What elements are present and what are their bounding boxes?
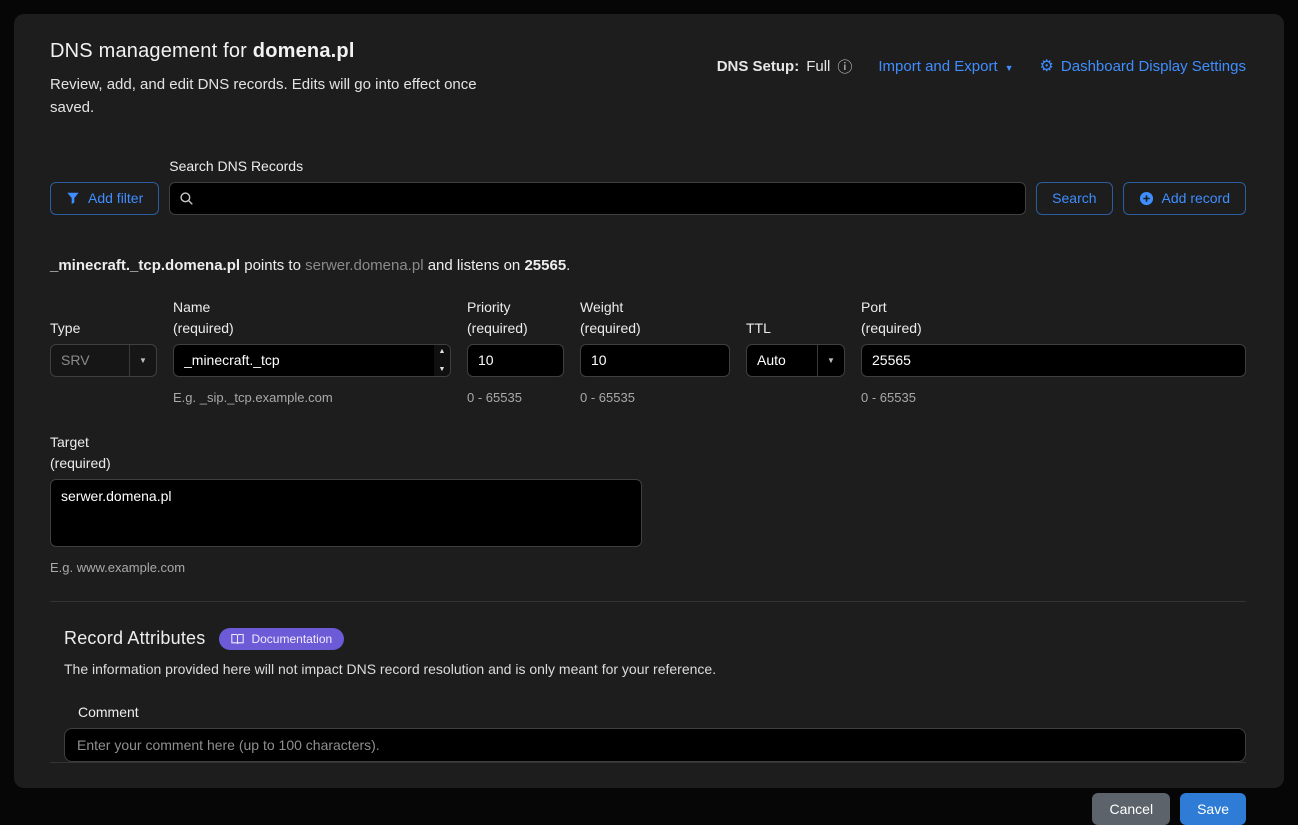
- priority-required: (required): [467, 320, 564, 336]
- target-textarea[interactable]: [50, 479, 642, 547]
- record-attributes-description: The information provided here will not i…: [64, 661, 1246, 677]
- weight-label: Weight: [580, 299, 730, 315]
- type-select-value: SRV: [51, 352, 129, 368]
- record-summary: _minecraft._tcp.domena.pl points to serw…: [50, 257, 1246, 274]
- documentation-badge[interactable]: Documentation: [219, 628, 344, 650]
- target-field: Target (required) E.g. www.example.com: [50, 429, 642, 575]
- plus-circle-icon: [1139, 191, 1154, 206]
- record-summary-points-to: points to: [244, 257, 301, 274]
- name-label-wrap: Name (required): [173, 294, 451, 336]
- search-button[interactable]: Search: [1036, 182, 1112, 215]
- name-input[interactable]: [173, 344, 451, 377]
- page-title-prefix: DNS management for: [50, 40, 247, 62]
- add-filter-label: Add filter: [88, 190, 143, 206]
- comment-label: Comment: [64, 704, 1246, 720]
- ttl-select-value: Auto: [747, 352, 817, 368]
- port-required: (required): [861, 320, 1246, 336]
- type-select[interactable]: SRV ▼: [50, 344, 157, 377]
- priority-input[interactable]: [467, 344, 564, 377]
- name-field: Name (required) ▲ ▼ E.g. _sip._tcp.examp…: [173, 294, 451, 405]
- weight-label-wrap: Weight (required): [580, 294, 730, 336]
- ttl-label-wrap: TTL: [746, 294, 845, 336]
- chevron-down-icon: ▼: [817, 345, 844, 376]
- stepper-down-icon[interactable]: ▼: [439, 366, 446, 373]
- record-summary-target: serwer.domena.pl: [305, 257, 423, 274]
- name-input-wrap: ▲ ▼: [173, 344, 451, 377]
- page-title: DNS management for domena.pl: [50, 40, 510, 63]
- weight-input[interactable]: [580, 344, 730, 377]
- type-label-wrap: Type: [50, 294, 157, 336]
- port-input[interactable]: [861, 344, 1246, 377]
- target-label-wrap: Target (required): [50, 429, 642, 471]
- port-field: Port (required) 0 - 65535: [861, 294, 1246, 405]
- type-label: Type: [50, 320, 157, 336]
- documentation-badge-label: Documentation: [251, 632, 332, 646]
- priority-helper: 0 - 65535: [467, 390, 564, 405]
- search-input-wrap: [169, 182, 1026, 215]
- type-field: Type SRV ▼: [50, 294, 157, 405]
- page-subtitle: Review, add, and edit DNS records. Edits…: [50, 73, 510, 120]
- target-label: Target: [50, 434, 642, 450]
- header: DNS management for domena.pl Review, add…: [50, 40, 1246, 120]
- dns-setup: DNS Setup: Full ⓘ: [717, 56, 853, 77]
- name-required: (required): [173, 320, 451, 336]
- priority-label-wrap: Priority (required): [467, 294, 564, 336]
- chevron-down-icon: ▼: [1005, 63, 1014, 73]
- weight-required: (required): [580, 320, 730, 336]
- cancel-button[interactable]: Cancel: [1092, 793, 1170, 825]
- record-summary-listens: and listens on: [428, 257, 521, 274]
- dns-setup-label: DNS Setup:: [717, 58, 800, 75]
- record-attributes-header: Record Attributes Documentation: [64, 628, 1246, 650]
- import-export-menu[interactable]: Import and Export ▼: [878, 58, 1013, 75]
- record-summary-name: _minecraft._tcp.domena.pl: [50, 257, 240, 274]
- weight-field: Weight (required) 0 - 65535: [580, 294, 730, 405]
- priority-field: Priority (required) 0 - 65535: [467, 294, 564, 405]
- add-filter-button[interactable]: Add filter: [50, 182, 159, 215]
- target-required: (required): [50, 455, 642, 471]
- name-label: Name: [173, 299, 451, 315]
- save-button[interactable]: Save: [1180, 793, 1246, 825]
- search-field: Search DNS Records: [169, 158, 1026, 215]
- dashboard-display-settings-link[interactable]: ⚙ Dashboard Display Settings: [1040, 58, 1246, 75]
- record-form-row: Type SRV ▼ Name (required) ▲ ▼ E.g. _sip…: [50, 294, 1246, 405]
- search-button-label: Search: [1052, 190, 1096, 206]
- name-stepper[interactable]: ▲ ▼: [434, 345, 450, 376]
- name-helper: E.g. _sip._tcp.example.com: [173, 390, 451, 405]
- header-left: DNS management for domena.pl Review, add…: [50, 40, 510, 120]
- footer-actions: Cancel Save: [50, 762, 1246, 825]
- chevron-down-icon: ▼: [129, 345, 156, 376]
- search-toolbar: Add filter Search DNS Records Search Add…: [50, 158, 1246, 215]
- record-attributes-title: Record Attributes: [64, 628, 205, 649]
- weight-helper: 0 - 65535: [580, 390, 730, 405]
- ttl-select[interactable]: Auto ▼: [746, 344, 845, 377]
- port-helper: 0 - 65535: [861, 390, 1246, 405]
- port-label-wrap: Port (required): [861, 294, 1246, 336]
- record-summary-period: .: [566, 257, 570, 274]
- ttl-field: TTL Auto ▼: [746, 294, 845, 405]
- filter-icon: [66, 191, 80, 205]
- add-record-button[interactable]: Add record: [1123, 182, 1246, 215]
- stepper-up-icon[interactable]: ▲: [439, 348, 446, 355]
- info-icon[interactable]: ⓘ: [837, 56, 852, 77]
- gear-icon: ⚙: [1040, 59, 1054, 75]
- ttl-label: TTL: [746, 320, 845, 336]
- comment-input[interactable]: [64, 728, 1246, 762]
- port-label: Port: [861, 299, 1246, 315]
- add-record-label: Add record: [1162, 190, 1230, 206]
- record-attributes-section: Record Attributes Documentation The info…: [50, 602, 1246, 762]
- page-title-domain: domena.pl: [253, 40, 355, 62]
- target-helper: E.g. www.example.com: [50, 560, 642, 575]
- import-export-label: Import and Export: [878, 58, 997, 75]
- search-input[interactable]: [169, 182, 1026, 215]
- priority-label: Priority: [467, 299, 564, 315]
- search-icon: [179, 191, 194, 206]
- search-label: Search DNS Records: [169, 158, 1026, 174]
- dns-management-panel: DNS management for domena.pl Review, add…: [14, 14, 1284, 788]
- display-settings-label: Dashboard Display Settings: [1061, 58, 1246, 75]
- record-summary-port: 25565: [524, 257, 566, 274]
- dns-setup-value: Full: [806, 58, 830, 75]
- book-icon: [231, 633, 244, 645]
- header-actions: DNS Setup: Full ⓘ Import and Export ▼ ⚙ …: [717, 56, 1246, 77]
